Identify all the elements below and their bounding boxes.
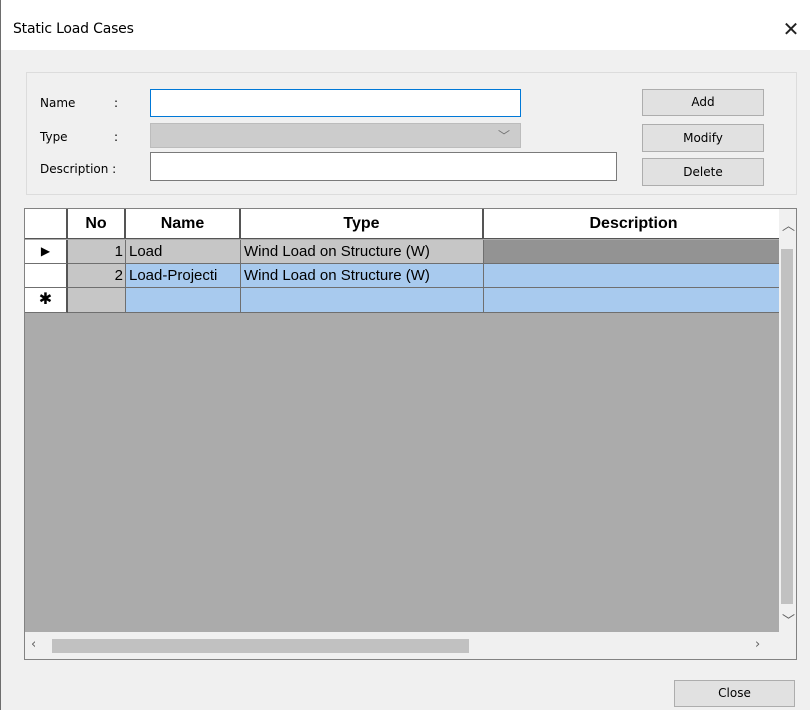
close-icon[interactable]: ✕ bbox=[778, 16, 804, 42]
table-row[interactable]: 2 Load-Projecti Wind Load on Structure (… bbox=[25, 264, 785, 288]
dialog-title: Static Load Cases bbox=[13, 21, 134, 37]
description-input[interactable] bbox=[150, 152, 617, 181]
delete-button[interactable]: Delete bbox=[642, 158, 764, 186]
static-load-cases-dialog: Static Load Cases ✕ Name : Type : ﹀ Desc… bbox=[0, 0, 810, 710]
cell-description[interactable] bbox=[484, 288, 785, 313]
table-row-new[interactable]: ✱ bbox=[25, 288, 785, 313]
horizontal-scrollbar[interactable]: ‹ › bbox=[25, 632, 781, 659]
name-label: Name bbox=[40, 96, 76, 110]
vertical-scrollbar[interactable]: ︿ ﹀ bbox=[779, 209, 796, 632]
column-header-no[interactable]: No bbox=[68, 209, 126, 239]
scroll-left-icon[interactable]: ‹ bbox=[31, 637, 36, 652]
row-pointer-icon[interactable]: ▶ bbox=[25, 240, 68, 264]
cell-description[interactable] bbox=[484, 240, 785, 264]
cell-no[interactable] bbox=[68, 288, 126, 313]
scroll-down-icon[interactable]: ﹀ bbox=[782, 610, 795, 629]
column-header-description[interactable]: Description bbox=[484, 209, 785, 239]
modify-button[interactable]: Modify bbox=[642, 124, 764, 152]
cell-type[interactable]: Wind Load on Structure (W) bbox=[241, 240, 484, 264]
name-input[interactable] bbox=[150, 89, 521, 117]
cell-no[interactable]: 2 bbox=[68, 264, 126, 288]
row-header[interactable] bbox=[25, 264, 68, 288]
scrollbar-corner bbox=[779, 632, 796, 659]
cell-type[interactable] bbox=[241, 288, 484, 313]
type-label: Type bbox=[40, 130, 68, 144]
grid-header: No Name Type Description bbox=[25, 209, 785, 240]
horizontal-scroll-thumb[interactable] bbox=[52, 639, 469, 653]
scroll-up-icon[interactable]: ︿ bbox=[782, 215, 795, 234]
new-row-asterisk-icon[interactable]: ✱ bbox=[25, 288, 68, 313]
table-row[interactable]: ▶ 1 Load Wind Load on Structure (W) bbox=[25, 240, 785, 264]
type-dropdown[interactable]: ﹀ bbox=[150, 123, 521, 148]
scroll-right-icon[interactable]: › bbox=[755, 637, 760, 652]
description-label: Description : bbox=[40, 162, 117, 176]
name-colon: : bbox=[114, 96, 119, 110]
cell-name[interactable] bbox=[126, 288, 241, 313]
title-bar: Static Load Cases ✕ bbox=[1, 0, 810, 50]
header-corner bbox=[25, 209, 68, 239]
cell-type[interactable]: Wind Load on Structure (W) bbox=[241, 264, 484, 288]
add-button[interactable]: Add bbox=[642, 89, 764, 116]
cell-name[interactable]: Load-Projecti bbox=[126, 264, 241, 288]
vertical-scroll-thumb[interactable] bbox=[781, 249, 793, 604]
load-cases-grid[interactable]: No Name Type Description ▶ 1 Load Wind L… bbox=[24, 208, 797, 660]
type-colon: : bbox=[114, 130, 119, 144]
cell-description[interactable] bbox=[484, 264, 785, 288]
cell-no[interactable]: 1 bbox=[68, 240, 126, 264]
cell-name[interactable]: Load bbox=[126, 240, 241, 264]
close-button[interactable]: Close bbox=[674, 680, 795, 707]
column-header-name[interactable]: Name bbox=[126, 209, 241, 239]
column-header-type[interactable]: Type bbox=[241, 209, 484, 239]
chevron-down-icon[interactable]: ﹀ bbox=[498, 127, 510, 144]
